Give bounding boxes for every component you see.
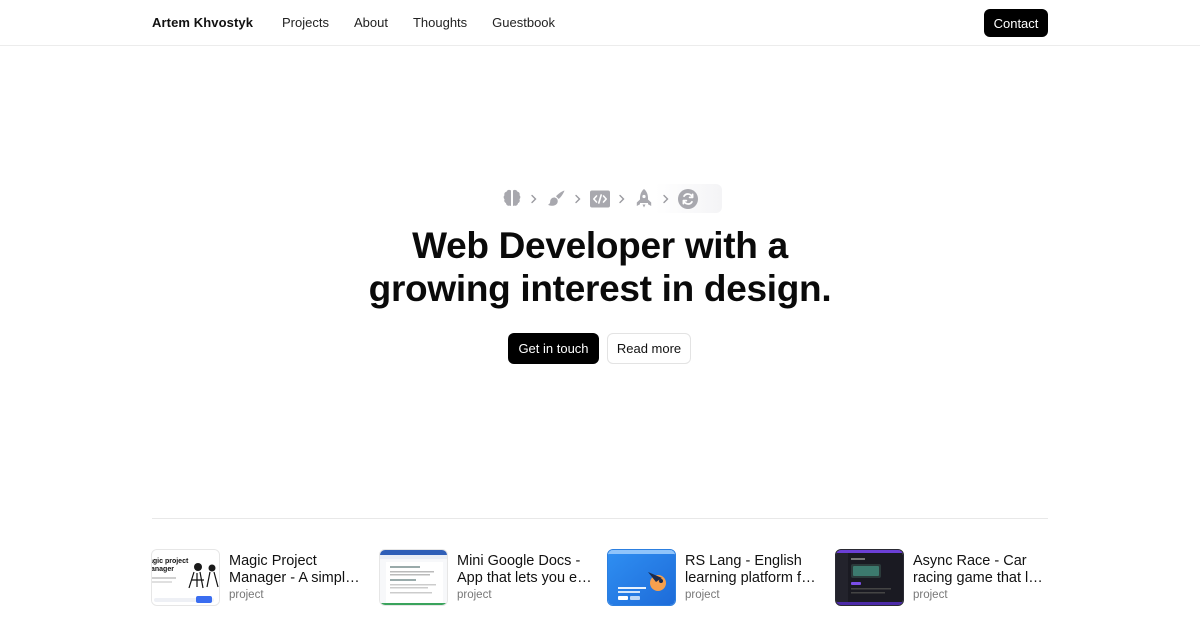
site-header: Artem Khvostyk Projects About Thoughts G… <box>0 0 1200 46</box>
project-card-rs-lang[interactable]: RS Lang - English learning platform for … <box>607 549 827 607</box>
nav-link-projects[interactable]: Projects <box>282 15 329 30</box>
project-thumbnail <box>835 549 904 606</box>
rocket-icon <box>632 187 656 211</box>
project-card-async-race[interactable]: Async Race - Car racing game that lets y… <box>835 549 1055 607</box>
nav-link-thoughts[interactable]: Thoughts <box>413 15 467 30</box>
paint-brush-icon <box>544 187 568 211</box>
project-title: Mini Google Docs - App that lets you edi… <box>457 553 593 586</box>
project-title: Async Race - Car racing game that lets y… <box>913 553 1048 586</box>
nav-link-about[interactable]: About <box>354 15 388 30</box>
brain-icon <box>500 187 524 211</box>
project-thumbnail <box>379 549 448 606</box>
section-divider <box>152 518 1048 519</box>
get-in-touch-button[interactable]: Get in touch <box>508 333 599 364</box>
workflow-icon-chain <box>500 184 722 213</box>
project-type-label: project <box>229 589 264 601</box>
thumbnail-heading: agic project <box>152 558 189 565</box>
chevron-right-icon <box>524 187 544 211</box>
refresh-icon <box>676 187 700 211</box>
read-more-button[interactable]: Read more <box>607 333 691 364</box>
main-nav: Projects About Thoughts Guestbook <box>282 15 555 30</box>
hero-title-line-2: growing interest in design. <box>368 268 832 309</box>
contact-button[interactable]: Contact <box>984 9 1048 37</box>
chevron-right-icon <box>656 187 676 211</box>
project-thumbnail: agic project anager <box>151 549 220 606</box>
nav-link-guestbook[interactable]: Guestbook <box>492 15 555 30</box>
code-icon <box>588 187 612 211</box>
chevron-right-icon <box>612 187 632 211</box>
project-type-label: project <box>685 589 720 601</box>
project-thumbnail <box>607 549 676 606</box>
hero-title-line-1: Web Developer with a <box>412 225 788 266</box>
project-card-mini-google-docs[interactable]: Mini Google Docs - App that lets you edi… <box>379 549 599 607</box>
project-type-label: project <box>913 589 948 601</box>
project-title: Magic Project Manager - A simple project… <box>229 553 354 586</box>
chevron-right-icon <box>568 187 588 211</box>
site-brand[interactable]: Artem Khvostyk <box>152 15 253 30</box>
project-type-label: project <box>457 589 492 601</box>
project-card-magic-project-manager[interactable]: agic project anager Magic Project Manage… <box>151 549 371 607</box>
hero-title: Web Developer with a growing interest in… <box>300 224 900 310</box>
svg-text:anager: anager <box>152 566 174 573</box>
project-title: RS Lang - English learning platform for … <box>685 553 814 586</box>
